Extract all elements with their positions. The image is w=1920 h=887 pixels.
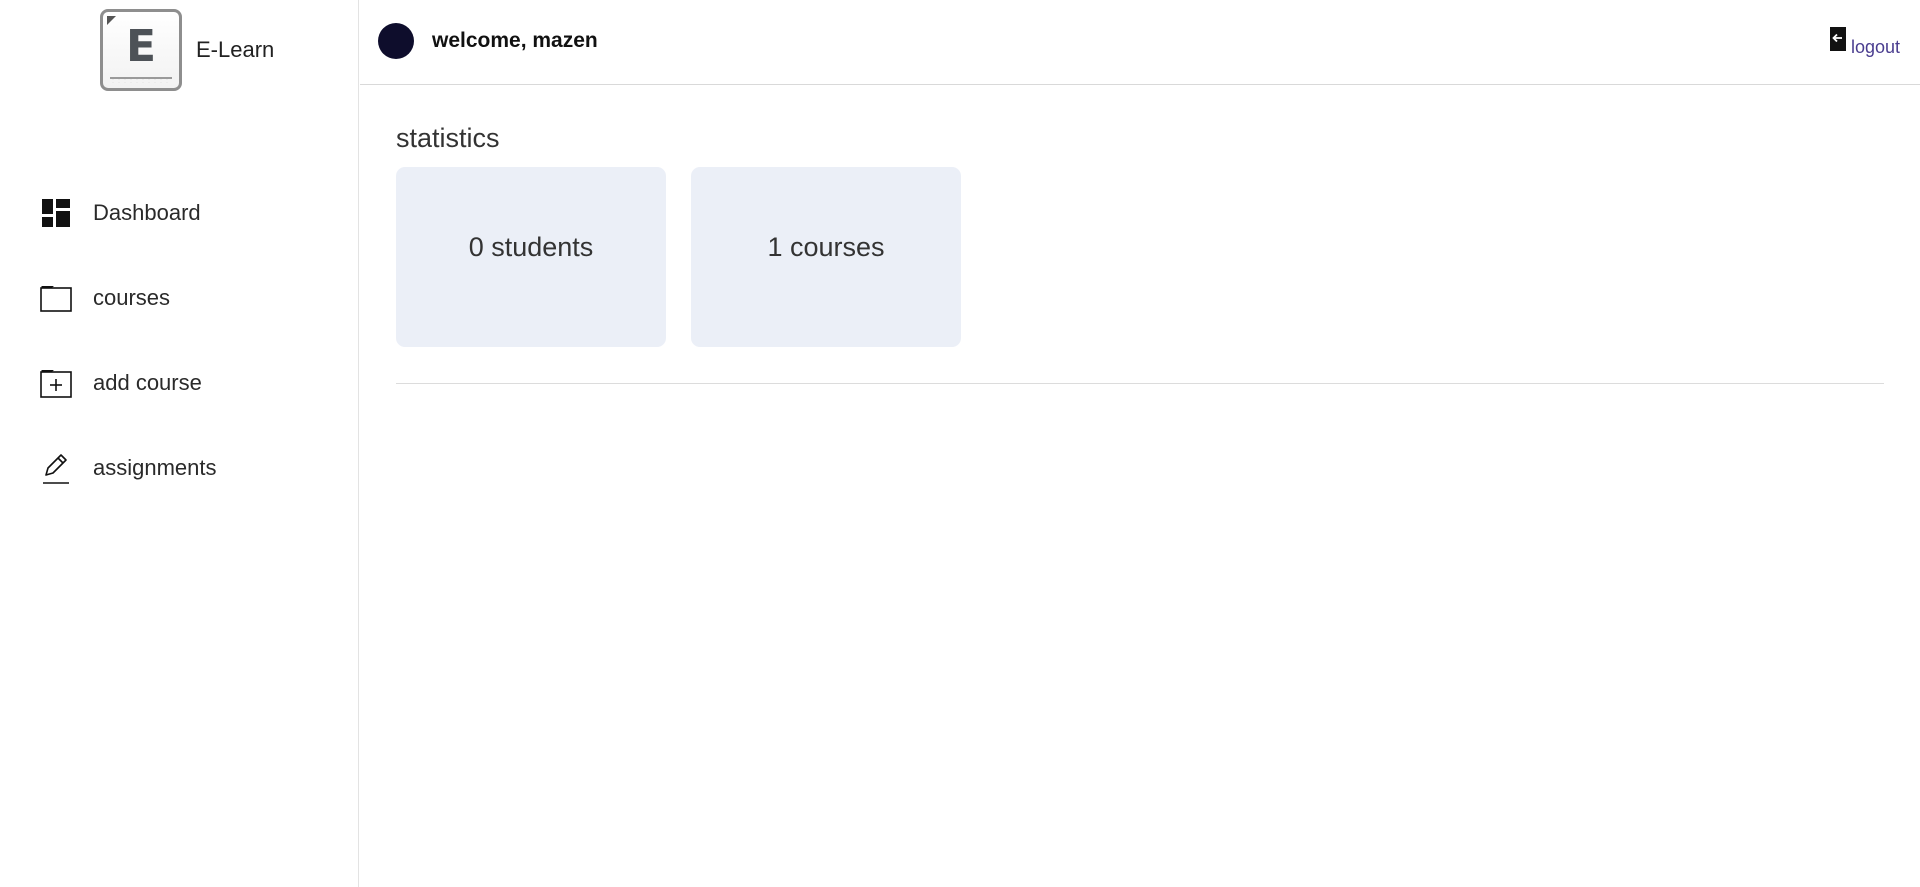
welcome-text: welcome, mazen <box>432 29 598 52</box>
app: E E-Learn Dashboard courses add course a… <box>0 0 1920 887</box>
elearn-logo-icon: E <box>100 9 182 91</box>
stats-row: 0 students 1 courses <box>396 167 1884 347</box>
sidebar-item-label: assignments <box>93 455 217 480</box>
sidebar: E E-Learn Dashboard courses add course a… <box>0 0 359 887</box>
stat-card-text: 1 courses <box>767 231 885 262</box>
folder-icon <box>40 282 72 314</box>
logout-label: logout <box>1850 37 1900 57</box>
stat-card-courses: 1 courses <box>691 167 961 347</box>
section-divider <box>396 383 1884 384</box>
logo-corner <box>107 16 116 25</box>
brand-name: E-Learn <box>196 37 275 62</box>
sidebar-item-courses[interactable]: courses <box>0 268 358 328</box>
sidebar-item-assignments[interactable]: assignments <box>0 438 358 498</box>
stat-card-students: 0 students <box>396 167 666 347</box>
sidebar-item-label: courses <box>93 285 171 310</box>
main-content: statistics 0 students 1 courses <box>396 85 1884 384</box>
brand-link[interactable]: E E-Learn <box>100 9 274 91</box>
dashboard-grid-icon <box>40 197 72 229</box>
pencil-icon <box>40 452 72 484</box>
section-title: statistics <box>396 123 500 153</box>
top-header: welcome, mazen logout <box>360 0 1920 85</box>
sidebar-item-dashboard[interactable]: Dashboard <box>0 183 358 243</box>
logo-letter: E <box>125 20 157 72</box>
logout-door-icon <box>1829 26 1847 57</box>
logout-button[interactable]: logout <box>1829 26 1900 57</box>
sidebar-item-label: add course <box>93 370 202 395</box>
folder-plus-icon <box>40 367 72 399</box>
avatar[interactable] <box>378 23 414 59</box>
sidebar-item-add-course[interactable]: add course <box>0 353 358 413</box>
sidebar-item-label: Dashboard <box>93 200 201 225</box>
sidebar-nav: Dashboard courses add course assignments <box>0 183 358 523</box>
logo-dots <box>110 77 172 83</box>
stat-card-text: 0 students <box>468 231 594 262</box>
